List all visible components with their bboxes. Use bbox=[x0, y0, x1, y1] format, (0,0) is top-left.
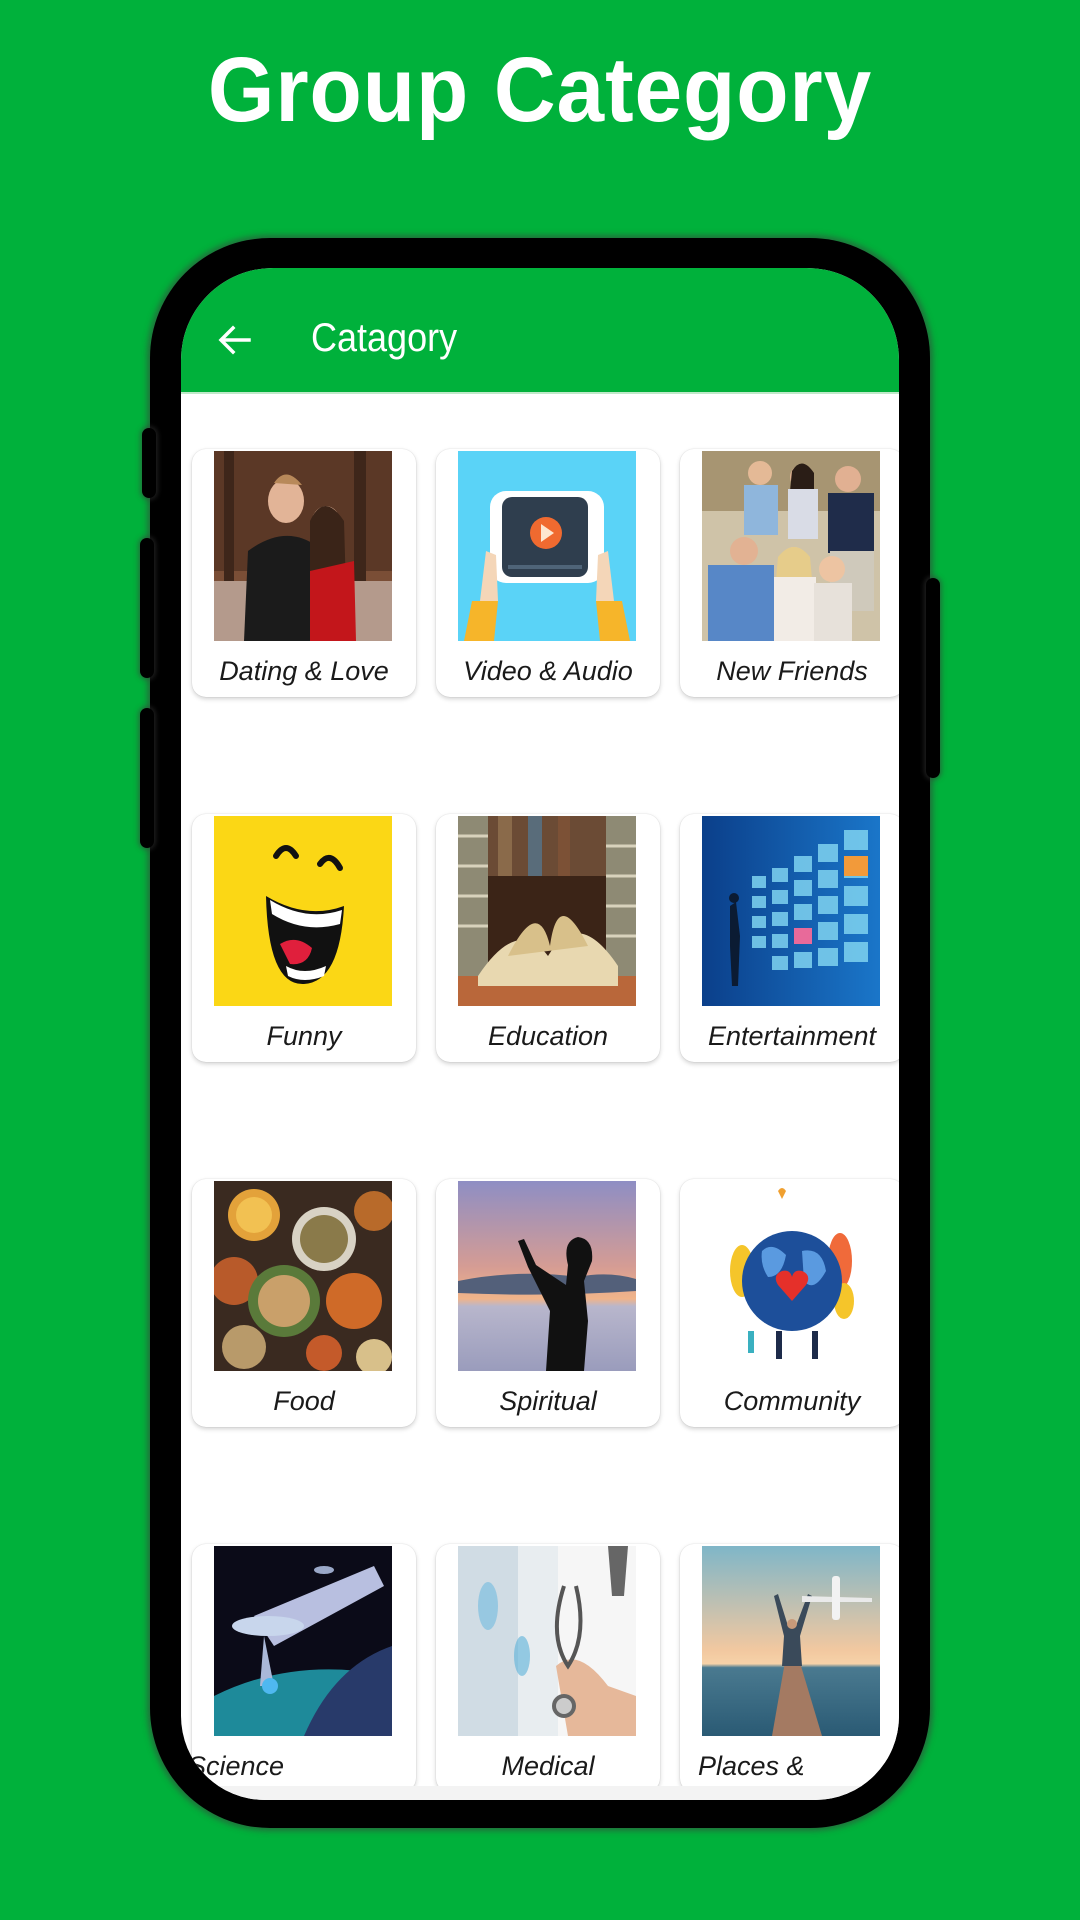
category-card-entertainment[interactable]: Entertainment bbox=[680, 814, 899, 1062]
category-card-community[interactable]: Community bbox=[680, 1179, 899, 1427]
phone-volume-down-button bbox=[140, 708, 154, 848]
phone-power-button bbox=[926, 578, 940, 778]
category-label: Medical bbox=[501, 1751, 595, 1781]
category-card-medical[interactable]: Medical bbox=[436, 1544, 660, 1792]
app-toolbar: Catagory bbox=[181, 268, 899, 394]
category-card-funny[interactable]: Funny bbox=[192, 814, 416, 1062]
screen-bottom-edge bbox=[181, 1786, 899, 1800]
app-screen: Catagory Dating & Love Video & Audio New… bbox=[181, 268, 899, 1800]
category-image-places bbox=[702, 1546, 880, 1736]
category-label: Entertainment bbox=[707, 1021, 877, 1051]
category-image-dating-love bbox=[214, 451, 392, 641]
category-label: Funny bbox=[266, 1021, 342, 1051]
category-label: Video & Audio bbox=[463, 656, 633, 686]
category-image-entertainment bbox=[702, 816, 880, 1006]
category-card-new-friends[interactable]: New Friends bbox=[680, 449, 899, 697]
category-card-science[interactable]: Science bbox=[192, 1544, 416, 1792]
category-label: Science bbox=[192, 1751, 285, 1781]
category-card-video-audio[interactable]: Video & Audio bbox=[436, 449, 660, 697]
category-image-community bbox=[702, 1181, 880, 1371]
category-card-dating-love[interactable]: Dating & Love bbox=[192, 449, 416, 697]
arrow-left-icon bbox=[218, 325, 251, 355]
category-image-spiritual bbox=[458, 1181, 636, 1371]
category-card-education[interactable]: Education bbox=[436, 814, 660, 1062]
category-card-spiritual[interactable]: Spiritual bbox=[436, 1179, 660, 1427]
category-card-places[interactable]: Places & bbox=[680, 1544, 899, 1792]
category-card-food[interactable]: Food bbox=[192, 1179, 416, 1427]
category-image-funny bbox=[214, 816, 392, 1006]
promo-headline: Group Category bbox=[207, 39, 873, 141]
category-image-new-friends bbox=[702, 451, 880, 641]
category-label: Community bbox=[723, 1386, 861, 1416]
category-label: Dating & Love bbox=[219, 656, 389, 686]
phone-volume-up-button bbox=[140, 538, 154, 678]
category-image-science bbox=[214, 1546, 392, 1736]
category-label: Education bbox=[487, 1021, 609, 1051]
toolbar-title: Catagory bbox=[311, 316, 458, 360]
phone-side-button bbox=[142, 428, 156, 498]
category-label: Places & bbox=[698, 1751, 805, 1781]
category-image-video-audio bbox=[458, 451, 636, 641]
category-label: Spiritual bbox=[499, 1386, 597, 1416]
category-label: New Friends bbox=[716, 656, 868, 686]
category-image-education bbox=[458, 816, 636, 1006]
category-image-food bbox=[214, 1181, 392, 1371]
category-image-medical bbox=[458, 1546, 636, 1736]
category-label: Food bbox=[273, 1386, 335, 1416]
back-button[interactable] bbox=[215, 320, 255, 360]
